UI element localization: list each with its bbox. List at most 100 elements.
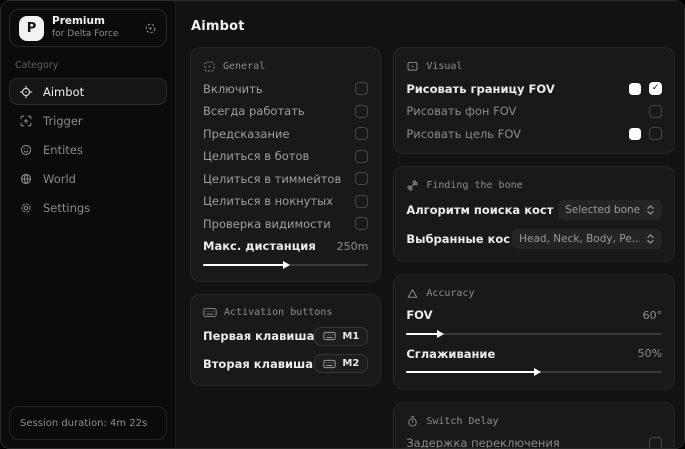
color-swatch[interactable] — [629, 82, 642, 95]
license-subtitle: for Delta Force — [52, 28, 119, 39]
screen-icon — [406, 60, 419, 73]
slider-value-row: Сглаживание 50% — [406, 347, 662, 361]
slider-label: FOV — [406, 308, 433, 322]
toggle-row: Проверка видимости — [203, 216, 369, 231]
logo-letter: P — [26, 20, 37, 36]
sidebar-item-settings[interactable]: Settings — [9, 194, 167, 221]
visual-row: Рисовать границу FOV — [406, 82, 663, 96]
slider-fill — [203, 263, 286, 266]
slider-label: Сглаживание — [406, 346, 496, 361]
dropdown[interactable]: Selected bone — [558, 200, 663, 220]
gear-icon — [19, 201, 33, 215]
app-logo: P — [19, 15, 44, 41]
toggle-label: Задержка переключения — [406, 436, 560, 448]
bone-row: Выбранные кос Head, Neck, Body, Pe... — [406, 228, 663, 249]
checkbox[interactable] — [355, 104, 369, 118]
sidebar: P Premium for Delta Force Category Aimbo… — [1, 1, 176, 448]
toggle-row: Задержка переключения — [406, 436, 663, 448]
color-swatch[interactable] — [629, 127, 642, 140]
aimbot-icon — [19, 85, 33, 99]
unfold-icon — [646, 204, 655, 216]
visual-row: Рисовать цель FOV — [406, 127, 663, 141]
slider-value: 50% — [637, 347, 663, 360]
slider-fill — [406, 371, 537, 373]
toggle-row: Всегда работать — [203, 104, 369, 118]
max-distance-slider[interactable] — [203, 260, 369, 269]
panel-switch-delay: Switch Delay Задержка переключенияЗадерж… — [393, 401, 676, 448]
slider-thumb[interactable] — [533, 368, 541, 376]
sidebar-nav: Aimbot Trigger Entites World Settings — [9, 78, 167, 221]
bone-label: Алгоритм поиска кост — [406, 203, 554, 217]
fov-slider[interactable] — [406, 329, 663, 338]
panel-activation-title: Activation buttons — [224, 307, 333, 318]
bone-icon — [406, 179, 419, 192]
globe-icon — [19, 172, 33, 186]
keybind-row: Вторая клавиша M2 — [203, 354, 369, 373]
keybind-label: Вторая клавиша — [203, 356, 314, 371]
checkbox[interactable] — [649, 436, 663, 448]
toggle-label: Целиться в нокнутых — [203, 194, 334, 208]
toggle-label: Всегда работать — [203, 104, 305, 118]
sidebar-item-label: World — [43, 171, 76, 186]
panel-visual: Visual Рисовать границу FOV Рисовать фон … — [393, 47, 676, 154]
dropdown-value: Head, Neck, Body, Pe... — [519, 232, 641, 245]
slider-thumb[interactable] — [436, 329, 444, 338]
checkbox[interactable] — [355, 172, 369, 185]
main-content: Aimbot General Включить Всегда работать Пр… — [176, 1, 684, 448]
panel-visual-title: Visual — [426, 61, 463, 72]
left-column: General Включить Всегда работать Предсказа… — [190, 47, 382, 386]
toggle-label: Целиться в тиммейтов — [203, 171, 342, 186]
keyboard-icon — [323, 359, 337, 369]
slider-track — [406, 332, 663, 335]
sidebar-item-label: Aimbot — [43, 84, 85, 99]
panel-activation-buttons: Activation buttons Первая клавиша M1 Втора… — [190, 294, 382, 386]
key-value: M2 — [342, 358, 360, 369]
checkbox[interactable] — [649, 82, 663, 95]
slider-thumb[interactable] — [282, 260, 290, 269]
toggle-row: Целиться в тиммейтов — [203, 171, 369, 186]
keybind-label: Первая клавиша — [203, 329, 315, 343]
checkbox[interactable] — [649, 127, 663, 140]
toggle-row: Включить — [203, 81, 369, 96]
panel-accuracy: Accuracy FOV 60° Сглаживание 50% — [393, 273, 676, 390]
visual-label: Рисовать фон FOV — [406, 104, 517, 118]
sidebar-item-aimbot[interactable]: Aimbot — [9, 78, 167, 105]
triangle-icon — [406, 287, 419, 300]
entities-icon — [19, 143, 33, 157]
checkbox[interactable] — [355, 82, 369, 95]
keyboard-icon — [323, 331, 337, 341]
checkbox[interactable] — [355, 217, 369, 230]
timer-icon — [406, 415, 419, 428]
crosshair-dashed-icon — [203, 60, 216, 73]
license-title: Premium — [52, 15, 105, 28]
sidebar-item-entites[interactable]: Entites — [9, 136, 167, 163]
session-duration: Session duration: 4m 22s — [9, 406, 167, 440]
sidebar-item-label: Entites — [43, 142, 83, 157]
trigger-icon — [19, 114, 33, 128]
keybind-row: Первая клавиша M1 — [203, 326, 369, 346]
toggle-row: Предсказание — [203, 127, 369, 141]
toggle-label: Проверка видимости — [203, 216, 331, 231]
checkbox[interactable] — [355, 149, 369, 163]
keybind-button[interactable]: M1 — [314, 326, 369, 346]
dropdown[interactable]: Head, Neck, Body, Pe... — [512, 228, 663, 249]
checkbox[interactable] — [649, 104, 663, 118]
smoothing-slider[interactable] — [406, 368, 663, 377]
key-value: M1 — [342, 330, 360, 342]
sidebar-item-label: Settings — [43, 200, 91, 215]
page-title: Aimbot — [191, 19, 245, 34]
slider-value-row: FOV 60° — [406, 308, 662, 322]
sidebar-item-world[interactable]: World — [9, 165, 167, 192]
slider-label: Макс. дистанция — [203, 239, 316, 253]
license-card: P Premium for Delta Force — [9, 9, 167, 47]
checkbox[interactable] — [355, 127, 369, 140]
right-column: Visual Рисовать границу FOV Рисовать фон … — [393, 47, 676, 448]
sync-icon[interactable] — [144, 22, 157, 35]
checkbox[interactable] — [355, 194, 369, 208]
toggle-row: Целиться в нокнутых — [203, 194, 369, 208]
keybind-button[interactable]: M2 — [314, 354, 369, 373]
category-label: Category — [15, 60, 59, 71]
panel-finding-bone: Finding the bone Алгоритм поиска кост Sel… — [393, 165, 676, 262]
sidebar-item-trigger[interactable]: Trigger — [9, 107, 167, 134]
toggle-label: Включить — [203, 81, 263, 96]
